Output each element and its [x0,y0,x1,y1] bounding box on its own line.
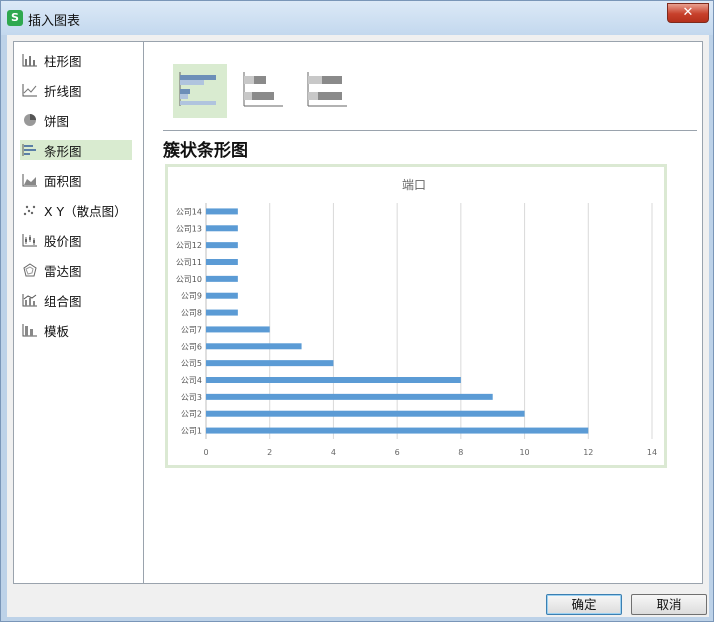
app-logo-icon: S [7,10,23,26]
x-tick-label: 0 [203,448,208,457]
sidebar-item-label: 柱形图 [44,53,82,69]
bar [206,326,270,333]
x-tick-label: 4 [331,448,336,457]
bar-chart-preview: 端口 0 2 4 6 8 10 12 14 公司1 公司2 公司3 公司4 公司5 公司6 公司7 公司8 公司… [176,178,657,457]
sidebar-item-combo[interactable]: 组合图 [20,290,132,310]
title-bar: S 插入图表 ✕ [1,1,713,35]
stacked-bar-thumbnail-icon [243,72,283,107]
y-tick-label: 公司14 [176,207,202,216]
bar [206,259,238,265]
x-tick-label: 2 [267,448,272,457]
bar [206,292,238,299]
insert-chart-dialog: S 插入图表 ✕ 柱形图 折线图 饼图 条形图 面积图 X Y（散点图） 股价图… [0,0,714,622]
clustered-bar-thumbnail-icon [179,72,216,106]
dialog-content-panel: 柱形图 折线图 饼图 条形图 面积图 X Y（散点图） 股价图 雷达图 组合图 … [13,41,703,584]
close-button[interactable]: ✕ [667,3,709,23]
y-tick-label: 公司13 [176,224,202,233]
subtype-percent-stacked-bar[interactable] [301,64,355,118]
subtype-clustered-bar[interactable] [173,64,227,118]
sidebar-item-pie[interactable]: 饼图 [20,110,132,130]
x-tick-label: 10 [519,448,529,457]
percent-stacked-bar-thumbnail-icon [307,72,347,107]
sidebar-item-label: X Y（散点图） [44,203,127,219]
sidebar-item-area[interactable]: 面积图 [20,170,132,190]
bar [206,377,461,383]
area-chart-icon [22,173,38,187]
subtype-title: 簇状条形图 [163,141,248,161]
bar-chart-icon [22,143,38,157]
pie-chart-icon [22,113,38,127]
y-tick-label: 公司2 [181,410,202,419]
chart-subtype-panel: 簇状条形图 端口 0 2 4 6 8 10 12 14 公司1 公司2 公司3 公司4 公司5 公司6 公司… [145,42,702,583]
x-tick-label: 12 [583,448,593,457]
bar [206,393,493,400]
sidebar-item-label: 组合图 [44,293,82,309]
y-tick-label: 公司4 [181,376,202,385]
y-tick-label: 公司8 [181,309,202,318]
scatter-chart-icon [22,203,38,217]
bar [206,225,238,232]
bar [206,427,589,434]
sidebar-item-template[interactable]: 模板 [20,320,132,340]
cancel-button[interactable]: 取消 [631,594,707,615]
sidebar-item-label: 饼图 [44,113,70,129]
sidebar-item-line[interactable]: 折线图 [20,80,132,100]
sidebar-item-label: 模板 [44,323,70,339]
bar [206,208,238,215]
y-tick-label: 公司3 [181,393,202,402]
sidebar-item-label: 折线图 [44,83,82,99]
column-chart-icon [22,53,38,67]
combo-chart-icon [22,293,38,307]
y-tick-label: 公司7 [181,325,202,334]
y-tick-label: 公司11 [176,258,202,267]
y-tick-label: 公司10 [176,275,202,284]
bar [206,410,525,417]
sidebar-item-radar[interactable]: 雷达图 [20,260,132,280]
sidebar-item-label: 面积图 [44,173,82,189]
bar [206,309,238,316]
chart-type-list: 柱形图 折线图 饼图 条形图 面积图 X Y（散点图） 股价图 雷达图 组合图 … [14,42,144,583]
bar [206,242,238,249]
y-tick-label: 公司12 [176,241,202,250]
template-icon [22,323,38,337]
sidebar-item-stock[interactable]: 股价图 [20,230,132,250]
line-chart-icon [22,83,38,97]
stock-chart-icon [22,233,38,247]
ok-button[interactable]: 确定 [546,594,622,615]
radar-chart-icon [22,263,38,277]
sidebar-item-bar[interactable]: 条形图 [20,140,132,160]
y-tick-label: 公司9 [181,292,202,301]
dialog-title: 插入图表 [28,14,81,29]
section-divider [163,130,697,131]
sidebar-item-column[interactable]: 柱形图 [20,50,132,70]
bar [206,360,334,367]
bar [206,343,302,350]
chart-preview: 端口 0 2 4 6 8 10 12 14 公司1 公司2 公司3 公司4 公司5 公司6 公司7 公司8 公司… [165,164,667,468]
bar [206,275,238,282]
y-tick-label: 公司6 [181,342,202,351]
y-tick-label: 公司5 [181,359,202,368]
dialog-client: 柱形图 折线图 饼图 条形图 面积图 X Y（散点图） 股价图 雷达图 组合图 … [7,35,709,617]
x-tick-label: 8 [458,448,463,457]
chart-title: 端口 [402,178,426,192]
subtype-stacked-bar[interactable] [237,64,291,118]
sidebar-item-label: 条形图 [44,143,82,159]
x-tick-label: 14 [647,448,657,457]
sidebar-item-label: 雷达图 [44,263,82,279]
sidebar-item-label: 股价图 [44,233,82,249]
y-tick-label: 公司1 [181,427,202,436]
x-tick-label: 6 [395,448,400,457]
sidebar-item-scatter[interactable]: X Y（散点图） [20,200,132,220]
